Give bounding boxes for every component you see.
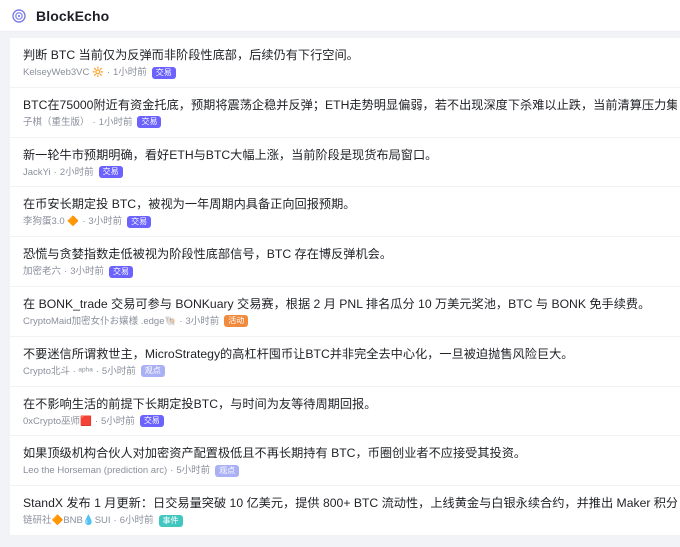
meta-separator: · — [82, 216, 86, 228]
post-timestamp: 5小时前 — [101, 415, 135, 427]
post-text: 在 BONK_trade 交易可参与 BONKuary 交易赛，根据 2 月 P… — [23, 296, 651, 311]
post-timestamp: 5小时前 — [101, 365, 136, 377]
post-card[interactable]: 新一轮牛市预期明确，看好ETH与BTC大幅上涨，当前阶段是现货布局窗口。 Jack… — [10, 137, 680, 188]
post-card[interactable]: 不要迷信所谓救世主，MicroStrategy的高杠杆囤币让BTC并非完全去中心… — [10, 336, 680, 387]
meta-separator: · — [53, 166, 57, 178]
post-text: 恐慌与贪婪指数走低被视为阶段性底部信号，BTC 存在博反弹机会。 — [23, 247, 393, 262]
post-author[interactable]: Crypto北斗 · ᵃᵖʰᵃ — [23, 365, 93, 378]
post-author[interactable]: 子棋（重生版） — [23, 116, 90, 129]
post-meta: 0xCrypto巫师🟥 · 5小时前 交易 — [23, 415, 677, 428]
post-meta: CryptoMaid加密女仆お嬢様 .edge🐚 · 3小时前 活动 — [23, 315, 677, 328]
post-timestamp: 6小时前 — [119, 515, 154, 527]
post-card[interactable]: 如果顶级机构合伙人对加密资产配置极低且不再长期持有 BTC，币圈创业者不应接受其… — [10, 436, 680, 487]
post-meta: 加密老六 · 3小时前 交易 — [23, 265, 677, 278]
post-timestamp: 3小时前 — [70, 266, 104, 278]
post-tag-badge[interactable]: 观点 — [215, 464, 240, 477]
post-card[interactable]: 判断 BTC 当前仅为反弹而非阶段性底部，后续仍有下行空间。 KelseyWeb3… — [10, 38, 680, 88]
post-feed: 判断 BTC 当前仅为反弹而非阶段性底部，后续仍有下行空间。 KelseyWeb3… — [10, 38, 680, 536]
post-tag-badge[interactable]: 事件 — [158, 514, 183, 527]
post-tag-badge[interactable]: 观点 — [140, 365, 165, 378]
post-meta: 李狗蛋3.0 🔶 · 3小时前 交易 — [23, 215, 677, 228]
post-text: 在不影响生活的前提下长期定投BTC，与时间为友等待周期回报。 — [23, 396, 377, 411]
post-meta: 子棋（重生版） · 1小时前 交易 — [23, 116, 677, 129]
post-timestamp: 1小时前 — [98, 116, 133, 128]
app-title: BlockEcho — [36, 7, 110, 24]
post-text: 判断 BTC 当前仅为反弹而非阶段性底部，后续仍有下行空间。 — [23, 48, 359, 62]
post-tag-badge[interactable]: 交易 — [98, 166, 123, 179]
post-card[interactable]: 恐慌与贪婪指数走低被视为阶段性底部信号，BTC 存在博反弹机会。 加密老六 · 3小时… — [10, 237, 680, 287]
post-meta: 链研社🔶BNB💧SUI · 6小时前 事件 — [23, 514, 677, 527]
post-card[interactable]: BTC在75000附近有资金托底，预期将震荡企稳并反弹；ETH走势明显偏弱，若不… — [10, 87, 680, 138]
meta-separator: · — [170, 465, 174, 477]
post-text: BTC在75000附近有资金托底，预期将震荡企稳并反弹；ETH走势明显偏弱，若不… — [23, 97, 677, 112]
post-card[interactable]: 在不影响生活的前提下长期定投BTC，与时间为友等待周期回报。 0xCrypto巫师… — [10, 386, 680, 437]
post-card[interactable]: 在 BONK_trade 交易可参与 BONKuary 交易赛，根据 2 月 P… — [10, 286, 680, 337]
post-meta: Leo the Horseman (prediction arc) · 5小时前 观点 — [23, 464, 677, 477]
post-author[interactable]: CryptoMaid加密女仆お嬢様 .edge🐚 — [23, 315, 176, 328]
post-text: 如果顶级机构合伙人对加密资产配置极低且不再长期持有 BTC，币圈创业者不应接受其… — [23, 446, 527, 461]
post-tag-badge[interactable]: 交易 — [139, 415, 164, 428]
post-timestamp: 5小时前 — [176, 465, 211, 477]
post-text: 在币安长期定投 BTC，被视为一年周期内具备正向回报预期。 — [23, 197, 356, 212]
post-meta: JackYi · 2小时前 交易 — [23, 166, 677, 179]
post-author[interactable]: 链研社🔶BNB💧SUI — [23, 514, 111, 527]
post-meta: Crypto北斗 · ᵃᵖʰᵃ · 5小时前 观点 — [23, 365, 677, 378]
post-tag-badge[interactable]: 交易 — [108, 265, 133, 278]
blockecho-logo-icon — [12, 8, 26, 23]
post-meta: KelseyWeb3VC 🔆 · 1小时前 交易 — [23, 66, 677, 79]
meta-separator: · — [106, 67, 110, 78]
post-author[interactable]: 0xCrypto巫师🟥 — [23, 415, 92, 428]
meta-separator: · — [95, 365, 99, 377]
meta-separator: · — [94, 415, 99, 427]
meta-separator: · — [92, 116, 96, 128]
post-author[interactable]: Leo the Horseman (prediction arc) — [23, 464, 167, 477]
meta-separator: · — [64, 266, 68, 278]
post-text: 新一轮牛市预期明确，看好ETH与BTC大幅上涨，当前阶段是现货布局窗口。 — [23, 147, 438, 162]
post-timestamp: 3小时前 — [185, 315, 220, 327]
post-author[interactable]: 加密老六 — [23, 265, 61, 278]
post-author[interactable]: KelseyWeb3VC 🔆 — [23, 66, 104, 79]
post-timestamp: 2小时前 — [59, 166, 94, 178]
post-timestamp: 1小时前 — [113, 67, 147, 78]
post-timestamp: 3小时前 — [88, 216, 123, 228]
post-author[interactable]: JackYi — [23, 166, 51, 179]
post-author[interactable]: 李狗蛋3.0 🔶 — [23, 215, 79, 228]
meta-separator: · — [179, 315, 183, 327]
post-card[interactable]: StandX 发布 1 月更新：日交易量突破 10 亿美元，提供 800+ BT… — [10, 486, 680, 536]
post-tag-badge[interactable]: 交易 — [137, 116, 162, 129]
post-tag-badge[interactable]: 交易 — [127, 215, 152, 228]
post-card[interactable]: 在币安长期定投 BTC，被视为一年周期内具备正向回报预期。 李狗蛋3.0 🔶 · 3小… — [10, 187, 680, 238]
post-text: StandX 发布 1 月更新：日交易量突破 10 亿美元，提供 800+ BT… — [23, 496, 677, 511]
post-tag-badge[interactable]: 活动 — [224, 315, 249, 328]
meta-separator: · — [113, 515, 117, 527]
post-text: 不要迷信所谓救世主，MicroStrategy的高杠杆囤币让BTC并非完全去中心… — [23, 346, 574, 361]
post-tag-badge[interactable]: 交易 — [151, 66, 176, 79]
app-header: BlockEcho — [0, 0, 680, 32]
